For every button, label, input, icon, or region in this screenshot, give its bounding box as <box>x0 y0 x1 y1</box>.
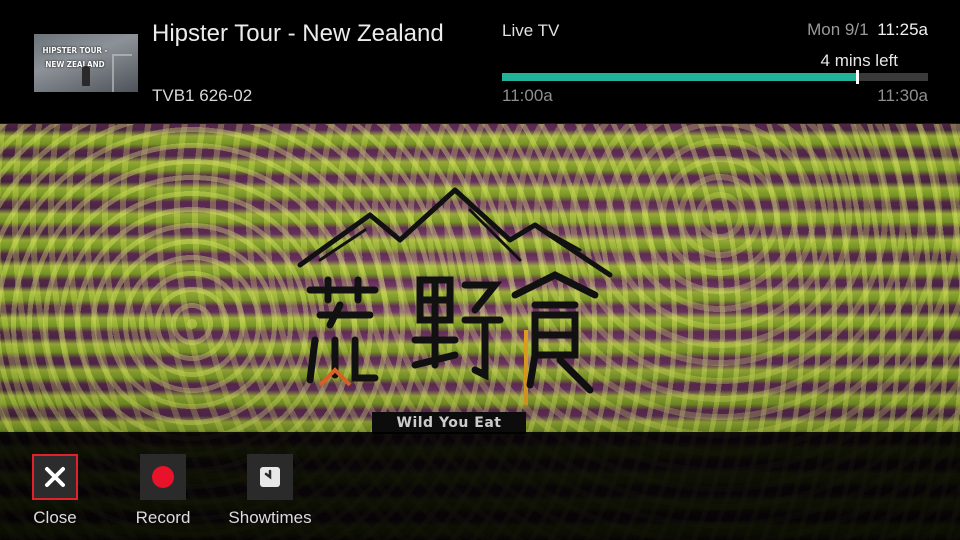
logo-caption: Wild You Eat <box>372 412 526 434</box>
clock-icon <box>260 467 280 487</box>
thumbnail-figure <box>82 66 90 86</box>
showtimes-button-label: Showtimes <box>228 508 312 527</box>
showtimes-button-box[interactable] <box>247 454 293 500</box>
program-title: Hipster Tour - New Zealand <box>152 20 444 47</box>
current-time: 11:25a <box>877 20 928 39</box>
close-icon <box>45 467 65 487</box>
record-button-box[interactable] <box>140 454 186 500</box>
progress-fill <box>502 73 857 81</box>
program-progress-bar <box>502 70 928 84</box>
program-info-bar: HIPSTER TOUR - NEW ZEALAND Hipster Tour … <box>0 0 960 124</box>
program-thumbnail: HIPSTER TOUR - NEW ZEALAND <box>34 34 138 92</box>
record-icon <box>152 466 174 488</box>
date-time: Mon 9/1 11:25a <box>807 20 928 40</box>
time-remaining: 4 mins left <box>820 51 898 70</box>
source-label: Live TV <box>502 21 560 40</box>
progress-marker <box>855 70 859 84</box>
record-button-label: Record <box>135 508 191 527</box>
show-logo <box>280 180 620 410</box>
close-button-box[interactable] <box>32 454 78 500</box>
program-end-time: 11:30a <box>877 86 928 105</box>
close-button[interactable]: Close <box>10 454 100 528</box>
program-start-time: 11:00a <box>502 86 553 105</box>
action-bar: Close Record Showtimes <box>0 432 960 540</box>
showtimes-button[interactable]: Showtimes <box>225 454 315 528</box>
record-button[interactable]: Record <box>118 454 208 528</box>
thumbnail-text: HIPSTER TOUR - NEW ZEALAND <box>42 46 108 69</box>
close-button-label: Close <box>33 508 77 527</box>
current-date: Mon 9/1 <box>807 20 869 39</box>
channel-code: TVB1 626-02 <box>152 86 253 105</box>
thumbnail-rail <box>112 54 132 92</box>
mountain-logo-graphic <box>297 187 613 405</box>
